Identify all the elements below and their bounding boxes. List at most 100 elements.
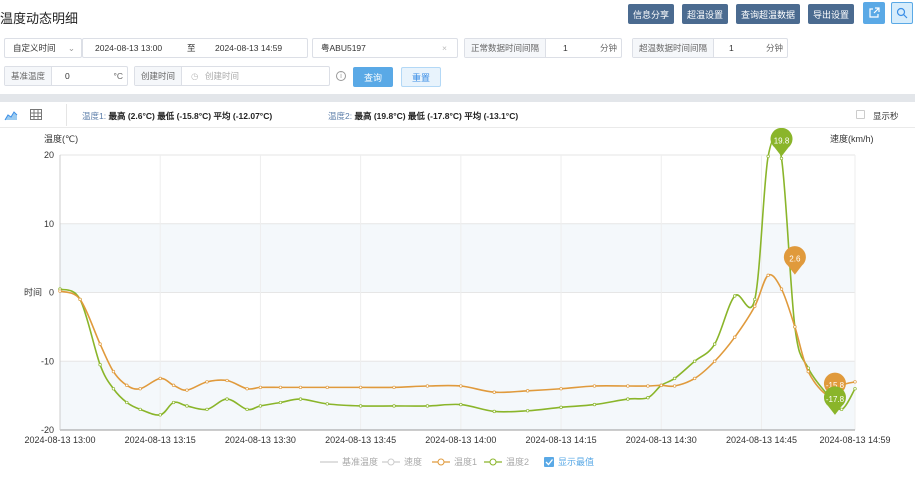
data-point xyxy=(58,289,62,293)
chart-toolbar: 温度1: 最高 (2.6°C) 最低 (-15.8°C) 平均 (-12.07°… xyxy=(0,102,915,128)
data-point xyxy=(753,297,757,302)
chart-svg: 20 10 0 -10 -202024-08-13 13:00 2024-08-13 13… xyxy=(24,127,891,467)
data-point xyxy=(459,402,463,407)
pin-label: 19.8 xyxy=(774,136,790,145)
show-seconds-checkbox[interactable] xyxy=(856,110,865,119)
share-info-button[interactable]: 信息分享 xyxy=(628,4,674,24)
x-tick-label: 2024-08-13 13:45 xyxy=(325,435,396,445)
chart-band xyxy=(60,223,855,293)
data-point xyxy=(78,297,82,302)
x-tick-label: 2024-08-13 13:00 xyxy=(24,435,95,445)
show-extremes-checkbox xyxy=(544,457,554,467)
data-point xyxy=(672,376,677,381)
legend-label: 速度 xyxy=(404,456,422,467)
time-mode-select[interactable]: 自定义时间 ⌄ xyxy=(4,38,82,58)
search-toggle-button[interactable] xyxy=(891,2,913,24)
temp2-label: 温度2: xyxy=(328,111,353,121)
data-point xyxy=(245,387,249,391)
data-point xyxy=(111,369,116,374)
data-point xyxy=(646,384,650,388)
end-time-value: 2024-08-13 14:59 xyxy=(215,43,283,53)
x-tick-label: 2024-08-13 14:00 xyxy=(425,435,496,445)
data-point xyxy=(492,409,496,414)
export-settings-button[interactable]: 导出设置 xyxy=(808,4,854,24)
over-interval-field: 超温数据时间间隔 1 分钟 xyxy=(632,38,788,58)
data-point xyxy=(646,396,650,400)
over-interval-input[interactable]: 1 xyxy=(729,43,734,53)
base-temp-field: 基准温度 0 °C xyxy=(4,66,128,86)
normal-interval-input[interactable]: 1 xyxy=(563,43,568,53)
search-icon xyxy=(896,7,908,19)
external-link-button[interactable] xyxy=(863,2,885,24)
normal-interval-field: 正常数据时间间隔 1 分钟 xyxy=(464,38,622,58)
plate-value: 粤ABU5197 xyxy=(321,43,366,53)
table-icon[interactable] xyxy=(30,109,42,120)
data-point xyxy=(111,387,116,391)
plate-input[interactable]: 粤ABU5197 × xyxy=(312,38,458,58)
section-divider xyxy=(0,94,915,102)
data-point xyxy=(492,390,496,394)
reset-button[interactable]: 重置 xyxy=(401,67,441,87)
date-range-picker[interactable]: 2024-08-13 13:00 至 2024-08-13 14:59 xyxy=(82,38,308,58)
x-tick-label: 2024-08-13 14:15 xyxy=(526,435,597,445)
base-temp-input[interactable]: 0 xyxy=(65,71,70,81)
data-point xyxy=(171,400,176,405)
legend-label: 温度2 xyxy=(506,456,529,467)
data-point xyxy=(258,404,263,408)
range-separator: 至 xyxy=(187,43,196,53)
data-point xyxy=(525,409,530,413)
base-temp-unit: °C xyxy=(113,71,123,81)
data-point xyxy=(158,376,162,381)
time-mode-value: 自定义时间 xyxy=(13,43,56,53)
y-tick-label: 10 xyxy=(44,219,54,229)
data-point xyxy=(325,402,329,406)
data-point xyxy=(779,287,784,291)
right-axis-title: 速度(km/h) xyxy=(830,133,874,144)
page-title: 温度动态明细 xyxy=(0,11,79,26)
overtemp-settings-button[interactable]: 超温设置 xyxy=(682,4,728,24)
info-icon[interactable]: i xyxy=(336,71,346,81)
data-point xyxy=(298,397,303,401)
y-tick-label: 0 xyxy=(49,288,54,298)
data-point xyxy=(779,156,784,161)
base-temp-label: 基准温度 xyxy=(5,67,53,85)
data-point xyxy=(626,397,630,401)
data-point xyxy=(713,342,717,346)
data-point xyxy=(171,383,176,387)
data-point xyxy=(559,387,563,391)
data-point xyxy=(693,376,697,381)
data-point xyxy=(392,404,396,408)
clock-icon: ◷ xyxy=(191,70,199,81)
data-point xyxy=(425,384,430,388)
create-time-placeholder: 创建时间 xyxy=(205,71,240,81)
temperature-chart: 20 10 0 -10 -20 2024-08-13 13:00 2024-08-13 13… xyxy=(0,127,915,477)
area-chart-icon[interactable] xyxy=(4,109,18,121)
data-point xyxy=(205,380,209,384)
normal-interval-label: 正常数据时间间隔 xyxy=(465,39,547,57)
legend-label: 温度1 xyxy=(454,456,477,467)
create-time-label: 创建时间 xyxy=(135,67,183,85)
y-tick-label: -10 xyxy=(41,356,54,366)
data-point xyxy=(225,397,229,401)
create-time-field[interactable]: 创建时间 ◷ 创建时间 xyxy=(134,66,330,86)
query-overtemp-button[interactable]: 查询超温数据 xyxy=(736,4,800,24)
legend-label: 基准温度 xyxy=(342,456,378,467)
data-point xyxy=(205,407,209,412)
legend-dot xyxy=(387,458,395,466)
temp1-summary: 温度1: 最高 (2.6°C) 最低 (-15.8°C) 平均 (-12.07°… xyxy=(82,110,272,122)
toolbar-divider xyxy=(66,104,67,126)
data-point xyxy=(298,385,303,390)
query-button[interactable]: 查询 xyxy=(353,67,393,87)
data-point xyxy=(392,385,396,390)
data-point xyxy=(713,359,717,363)
data-point xyxy=(766,273,770,277)
clear-icon[interactable]: × xyxy=(442,43,447,53)
data-point xyxy=(459,384,463,388)
data-point xyxy=(185,404,189,408)
data-point xyxy=(98,342,102,346)
data-point xyxy=(793,325,797,329)
data-point xyxy=(245,407,249,412)
data-point xyxy=(258,385,263,390)
y-axis-title: 温度(℃) xyxy=(44,133,78,144)
data-point xyxy=(592,384,597,388)
